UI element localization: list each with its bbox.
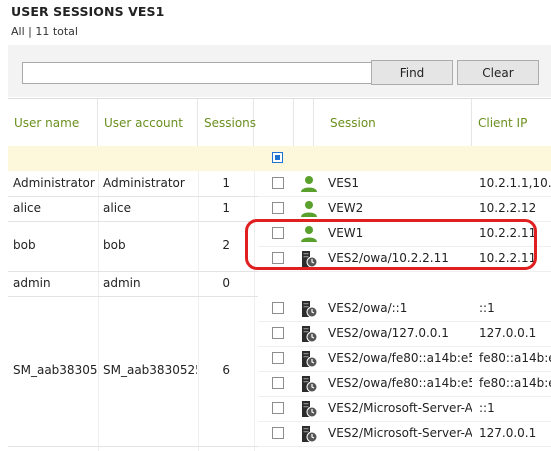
sessions-count-cell: 6 (222, 363, 230, 377)
user-name-cell: bob (13, 238, 36, 252)
column-divider (254, 171, 255, 451)
page-title: USER SESSIONS VES1 (11, 4, 165, 19)
column-divider (98, 171, 99, 451)
row-checkbox[interactable] (272, 352, 284, 364)
user-account-cell: bob (103, 238, 126, 252)
row-checkbox[interactable] (272, 327, 284, 339)
session-cell[interactable]: VES2/owa/fe80::a14b:e5e:... (328, 351, 472, 365)
search-input[interactable] (22, 62, 374, 84)
column-header-session[interactable]: Session (314, 99, 472, 147)
column-header-user-name[interactable]: User name (8, 99, 98, 147)
sessions-count-cell: 0 (222, 275, 230, 290)
session-row-divider (258, 196, 551, 197)
row-checkbox[interactable] (272, 202, 284, 214)
user-name-cell: alice (13, 200, 42, 215)
service-icon (300, 400, 318, 418)
row-divider (8, 221, 258, 222)
select-all-checkbox[interactable] (272, 152, 283, 163)
user-account-cell: alice (103, 200, 132, 215)
session-cell[interactable]: VES2/owa/::1 (328, 301, 472, 315)
user-account-cell: SM_aab3830525... (103, 363, 197, 377)
client-ip-cell: ::1 (479, 301, 495, 315)
total-count-label: All | 11 total (11, 25, 78, 38)
user-icon (300, 175, 318, 193)
row-checkbox[interactable] (272, 177, 284, 189)
client-ip-cell: fe80::a14b:e... (479, 351, 551, 365)
service-icon (300, 375, 318, 393)
user-account-cell: Administrator (103, 175, 185, 190)
session-row-divider (258, 396, 551, 397)
row-divider (8, 196, 258, 197)
session-row-divider (258, 321, 551, 322)
session-row-divider (258, 371, 551, 372)
sessions-count-cell: 2 (222, 238, 230, 252)
session-cell[interactable]: VES2/owa/127.0.0.1 (328, 326, 472, 340)
sessions-grid: User name User account Sessions Session … (8, 98, 551, 451)
client-ip-cell: 10.2.2.12 (479, 201, 537, 215)
service-icon (300, 300, 318, 318)
session-cell[interactable]: VES2/Microsoft-Server-A... (328, 401, 472, 415)
column-header-sessions[interactable]: Sessions (198, 99, 256, 147)
user-name-cell: admin (13, 275, 51, 290)
client-ip-cell: 10.2.1.1,10.... (479, 176, 551, 190)
row-divider (8, 271, 258, 272)
page-header: USER SESSIONS VES1 All | 11 total (0, 0, 551, 45)
session-cell[interactable]: VES2/owa/fe80::a14b:e5e:... (328, 376, 472, 390)
user-name-cell: SM_aab38305... (13, 363, 97, 377)
row-checkbox[interactable] (272, 402, 284, 414)
service-icon (300, 350, 318, 368)
user-name-cell: Administrator (13, 175, 95, 190)
sessions-count-cell: 1 (222, 200, 230, 215)
search-panel: Find Clear (8, 45, 551, 97)
session-row-divider (258, 421, 551, 422)
client-ip-cell: 127.0.0.1 (479, 426, 537, 440)
service-icon (300, 325, 318, 343)
service-icon (300, 425, 318, 443)
user-icon (300, 200, 318, 218)
row-divider (8, 446, 258, 447)
column-header-select (254, 99, 294, 147)
session-row-divider (258, 446, 551, 447)
user-account-cell: admin (103, 275, 141, 290)
client-ip-cell: fe80::a14b:e... (479, 376, 551, 390)
sessions-count-cell: 1 (222, 175, 230, 190)
highlight-annotation (245, 219, 537, 270)
filter-row (8, 146, 551, 171)
session-cell[interactable]: VES1 (328, 176, 472, 190)
clear-button[interactable]: Clear (457, 60, 539, 85)
session-row-divider (258, 346, 551, 347)
session-row-divider (258, 271, 551, 272)
find-button[interactable]: Find (371, 60, 453, 85)
session-cell[interactable]: VEW2 (328, 201, 472, 215)
column-header-icon (294, 99, 314, 147)
column-header-user-account[interactable]: User account (98, 99, 198, 147)
row-checkbox[interactable] (272, 377, 284, 389)
row-divider (8, 296, 258, 297)
row-checkbox[interactable] (272, 302, 284, 314)
client-ip-cell: 127.0.0.1 (479, 326, 537, 340)
row-checkbox[interactable] (272, 427, 284, 439)
client-ip-cell: ::1 (479, 401, 495, 415)
session-cell[interactable]: VES2/Microsoft-Server-A... (328, 426, 472, 440)
column-header-client-ip[interactable]: Client IP (472, 99, 551, 147)
